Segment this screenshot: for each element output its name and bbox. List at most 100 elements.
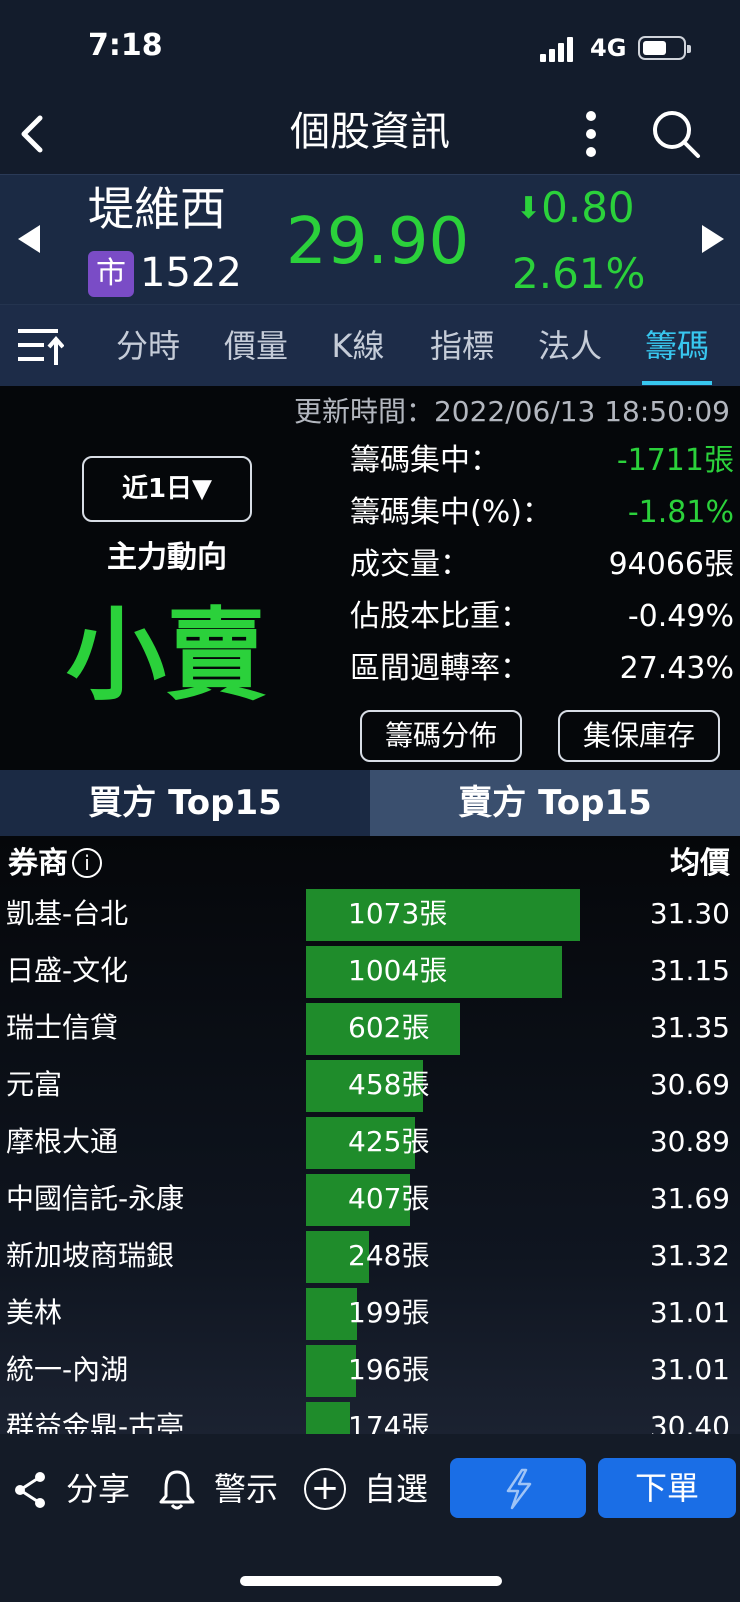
stat-row-concentration: 籌碼集中： -1711張 bbox=[350, 436, 734, 486]
next-stock-icon[interactable] bbox=[702, 225, 724, 253]
avg-price: 31.69 bbox=[649, 1182, 730, 1215]
alert-button[interactable]: 警示 bbox=[214, 1464, 278, 1514]
stock-code: 1522 bbox=[140, 250, 242, 296]
stat-value: 27.43% bbox=[619, 651, 734, 686]
avg-price: 30.69 bbox=[649, 1068, 730, 1101]
avg-price: 30.89 bbox=[649, 1125, 730, 1158]
price-change-value: 0.80 bbox=[541, 183, 635, 232]
lightning-icon bbox=[506, 1468, 532, 1510]
bottom-action-bar: 分享 警示 + 自選 下單 bbox=[0, 1434, 740, 1602]
table-row[interactable]: 日盛-文化 1004張 31.15 bbox=[0, 943, 740, 999]
status-bar: 7:18 4G bbox=[0, 0, 740, 96]
chip-distribution-button[interactable]: 籌碼分佈 bbox=[360, 710, 522, 762]
stat-label: 成交量： bbox=[350, 547, 470, 582]
stat-value: -1711張 bbox=[616, 443, 734, 478]
flash-order-button[interactable] bbox=[450, 1458, 586, 1518]
active-tab-indicator bbox=[642, 381, 712, 385]
battery-icon bbox=[638, 36, 691, 60]
broker-name: 凱基-台北 bbox=[6, 897, 129, 930]
table-row[interactable]: 群益金鼎-古亭 174張 30.40 bbox=[0, 1399, 740, 1434]
stock-name: 堤維西 bbox=[88, 182, 226, 236]
table-row[interactable]: 美林 199張 31.01 bbox=[0, 1285, 740, 1341]
tab-settings-icon[interactable] bbox=[16, 325, 64, 367]
tab-indicators[interactable]: 指標 bbox=[422, 305, 502, 387]
avg-price: 31.35 bbox=[649, 1011, 730, 1044]
tab-kline[interactable]: K線 bbox=[318, 305, 398, 387]
broker-table: 券商 i 均價 凱基-台北 1073張 31.30 日盛-文化 1004張 31.15 瑞士信… bbox=[0, 836, 740, 1434]
feature-tabs: 分時 價量 K線 指標 法人 籌碼 bbox=[0, 304, 740, 386]
prev-stock-icon[interactable] bbox=[18, 225, 40, 253]
table-row[interactable]: 元富 458張 30.69 bbox=[0, 1057, 740, 1113]
broker-name: 元富 bbox=[6, 1068, 63, 1101]
broker-name: 日盛-文化 bbox=[6, 954, 129, 987]
search-icon[interactable] bbox=[648, 106, 704, 162]
stat-row-concentration-pct: 籌碼集中(%)： -1.81% bbox=[350, 488, 734, 538]
broker-name: 新加坡商瑞銀 bbox=[6, 1239, 175, 1272]
stat-row-turnover: 區間週轉率： 27.43% bbox=[350, 644, 734, 694]
table-row[interactable]: 瑞士信貸 602張 31.35 bbox=[0, 1000, 740, 1056]
avg-price: 31.15 bbox=[649, 954, 730, 987]
nav-bar: 個股資訊 bbox=[0, 96, 740, 174]
tab-chips[interactable]: 籌碼 bbox=[636, 305, 718, 387]
avg-price: 31.01 bbox=[649, 1353, 730, 1386]
stat-label: 籌碼集中(%)： bbox=[350, 495, 552, 530]
stock-quote-header: 堤維西 市 1522 29.90 ⬇0.80 2.61% bbox=[0, 174, 740, 304]
table-row[interactable]: 新加坡商瑞銀 248張 31.32 bbox=[0, 1228, 740, 1284]
broker-name: 摩根大通 bbox=[6, 1125, 119, 1158]
volume-label: 1004張 bbox=[348, 954, 448, 987]
broker-name: 群益金鼎-古亭 bbox=[6, 1410, 185, 1434]
more-icon[interactable] bbox=[576, 106, 606, 162]
signal-icon bbox=[540, 36, 576, 62]
table-row[interactable]: 中國信託-永康 407張 31.69 bbox=[0, 1171, 740, 1227]
add-watchlist-icon[interactable]: + bbox=[304, 1468, 346, 1510]
custody-inventory-button[interactable]: 集保庫存 bbox=[558, 710, 720, 762]
volume-label: 458張 bbox=[348, 1068, 430, 1101]
price-change-percent: 2.61% bbox=[512, 249, 646, 298]
column-header-broker: 券商 i bbox=[8, 842, 102, 886]
broker-name: 美林 bbox=[6, 1296, 63, 1329]
volume-label: 174張 bbox=[348, 1410, 430, 1434]
broker-name: 瑞士信貸 bbox=[6, 1011, 119, 1044]
place-order-button[interactable]: 下單 bbox=[598, 1458, 736, 1518]
network-label: 4G bbox=[590, 34, 627, 62]
tab-intraday[interactable]: 分時 bbox=[108, 305, 188, 387]
stat-value: -1.81% bbox=[627, 495, 734, 530]
tab-sell-top15[interactable]: 賣方 Top15 bbox=[370, 770, 740, 836]
table-row[interactable]: 摩根大通 425張 30.89 bbox=[0, 1114, 740, 1170]
bell-icon[interactable] bbox=[158, 1468, 196, 1512]
broker-header-label: 券商 bbox=[8, 846, 68, 881]
share-button[interactable]: 分享 bbox=[66, 1464, 130, 1514]
broker-name: 中國信託-永康 bbox=[6, 1182, 185, 1215]
watchlist-button[interactable]: 自選 bbox=[364, 1464, 428, 1514]
stat-value: 94066張 bbox=[608, 547, 734, 582]
tab-buy-top15[interactable]: 買方 Top15 bbox=[0, 770, 370, 836]
broker-name: 統一-內湖 bbox=[6, 1353, 129, 1386]
stat-label: 區間週轉率： bbox=[350, 651, 530, 686]
stat-label: 籌碼集中： bbox=[350, 443, 500, 478]
tab-institutional[interactable]: 法人 bbox=[530, 305, 610, 387]
volume-bar bbox=[306, 1402, 350, 1434]
down-arrow-icon: ⬇ bbox=[516, 191, 542, 226]
column-header-avg-price: 均價 bbox=[670, 846, 730, 881]
market-badge: 市 bbox=[88, 251, 134, 297]
volume-label: 602張 bbox=[348, 1011, 430, 1044]
main-force-trend: 小賣 bbox=[66, 597, 266, 714]
period-dropdown[interactable]: 近1日▼ bbox=[82, 456, 252, 522]
stat-row-share-ratio: 佔股本比重： -0.49% bbox=[350, 592, 734, 642]
stat-row-volume: 成交量： 94066張 bbox=[350, 540, 734, 590]
table-row[interactable]: 凱基-台北 1073張 31.30 bbox=[0, 886, 740, 942]
volume-label: 199張 bbox=[348, 1296, 430, 1329]
volume-label: 425張 bbox=[348, 1125, 430, 1158]
volume-label: 248張 bbox=[348, 1239, 430, 1272]
share-icon[interactable] bbox=[12, 1470, 48, 1510]
avg-price: 30.40 bbox=[649, 1410, 730, 1434]
volume-label: 196張 bbox=[348, 1353, 430, 1386]
stat-value: -0.49% bbox=[627, 599, 734, 634]
stock-price: 29.90 bbox=[286, 205, 470, 279]
price-change: ⬇0.80 bbox=[516, 179, 635, 238]
info-icon[interactable]: i bbox=[72, 848, 102, 878]
tab-price-volume[interactable]: 價量 bbox=[216, 305, 296, 387]
avg-price: 31.30 bbox=[649, 897, 730, 930]
table-row[interactable]: 統一-內湖 196張 31.01 bbox=[0, 1342, 740, 1398]
main-force-label: 主力動向 bbox=[107, 540, 227, 575]
